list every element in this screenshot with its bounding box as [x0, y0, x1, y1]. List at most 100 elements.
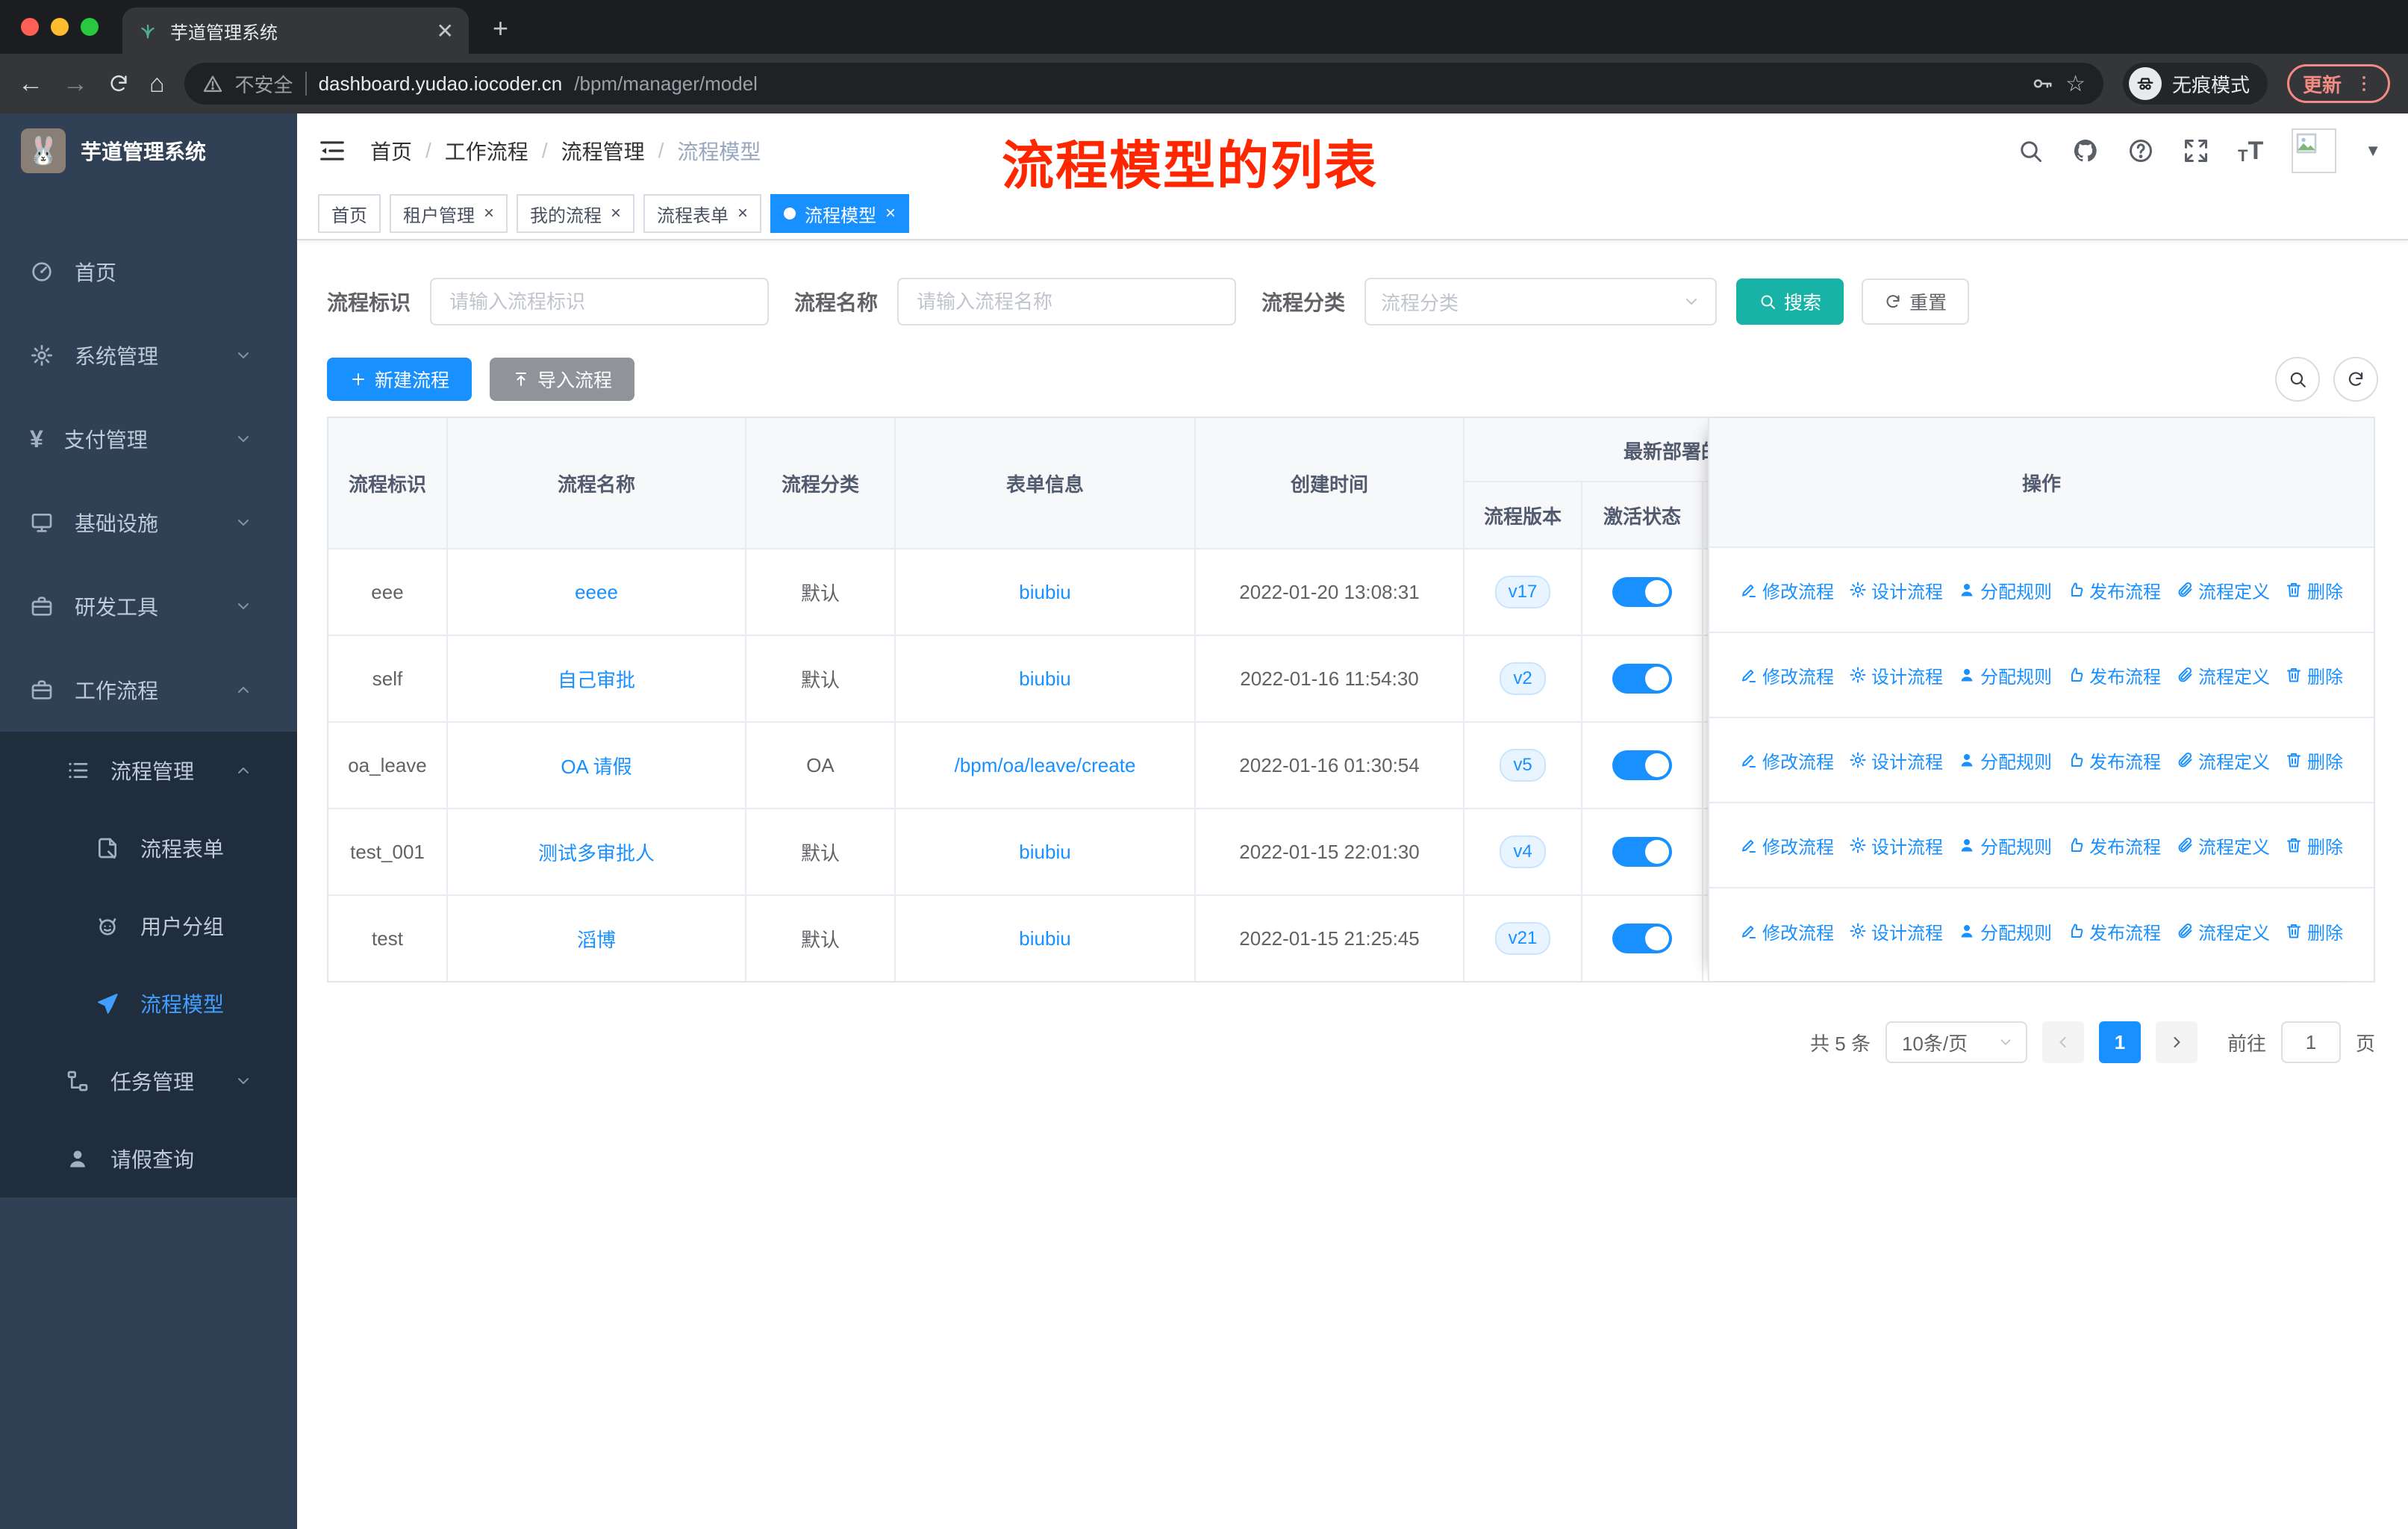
action-modify[interactable]: 修改流程 [1740, 662, 1834, 688]
process-name-link[interactable]: OA 请假 [561, 752, 631, 779]
browser-tab[interactable]: 芋道管理系统 ✕ [122, 7, 469, 54]
tag-close-icon[interactable]: × [611, 203, 621, 224]
sidebar-item-infra[interactable]: 基础设施 [0, 481, 297, 564]
form-link[interactable]: biubiu [1019, 841, 1070, 864]
sidebar-item-leave-query[interactable]: 请假查询 [0, 1120, 297, 1198]
action-delete[interactable]: 删除 [2285, 918, 2343, 944]
action-design[interactable]: 设计流程 [1849, 832, 1943, 859]
action-modify[interactable]: 修改流程 [1740, 577, 1834, 603]
active-toggle[interactable] [1612, 577, 1672, 607]
tag-close-icon[interactable]: × [885, 203, 896, 224]
forward-icon[interactable]: → [63, 69, 88, 99]
sidebar-item-process-mgmt[interactable]: 流程管理 [0, 732, 297, 809]
app-logo-row[interactable]: 🐰 芋道管理系统 [0, 113, 297, 188]
tag-process-form[interactable]: 流程表单 × [643, 194, 762, 233]
search-icon[interactable] [2017, 137, 2044, 164]
goto-page-input[interactable] [2280, 1021, 2341, 1063]
action-modify[interactable]: 修改流程 [1740, 832, 1834, 859]
sidebar-item-devtools[interactable]: 研发工具 [0, 564, 297, 648]
form-link[interactable]: biubiu [1019, 667, 1070, 691]
action-delete[interactable]: 删除 [2285, 577, 2343, 603]
breadcrumb-item[interactable]: 流程管理 [561, 136, 645, 166]
sidebar-item-task-mgmt[interactable]: 任务管理 [0, 1042, 297, 1120]
action-assign[interactable]: 分配规则 [1958, 832, 2052, 859]
sidebar-item-payment[interactable]: ¥ 支付管理 [0, 397, 297, 481]
form-link[interactable]: biubiu [1019, 581, 1070, 604]
filter-name-input[interactable] [897, 278, 1237, 326]
tag-close-icon[interactable]: × [484, 203, 494, 224]
github-icon[interactable] [2072, 137, 2099, 164]
key-icon[interactable] [2031, 72, 2053, 95]
form-link[interactable]: /bpm/oa/leave/create [955, 754, 1136, 777]
action-definition[interactable]: 流程定义 [2176, 918, 2270, 944]
avatar[interactable] [2292, 128, 2337, 173]
page-size-select[interactable]: 10条/页 [1885, 1021, 2027, 1063]
action-modify[interactable]: 修改流程 [1740, 747, 1834, 773]
tag-tenant[interactable]: 租户管理 × [390, 194, 508, 233]
action-definition[interactable]: 流程定义 [2176, 747, 2270, 773]
action-publish[interactable]: 发布流程 [2067, 662, 2161, 688]
create-process-button[interactable]: 新建流程 [327, 358, 472, 401]
next-page-button[interactable] [2155, 1021, 2198, 1063]
process-name-link[interactable]: eeee [575, 581, 618, 604]
action-definition[interactable]: 流程定义 [2176, 577, 2270, 603]
action-publish[interactable]: 发布流程 [2067, 832, 2161, 859]
active-toggle[interactable] [1612, 924, 1672, 953]
process-name-link[interactable]: 滔博 [577, 925, 616, 953]
sidebar-item-process-form[interactable]: 流程表单 [0, 809, 297, 887]
reload-icon[interactable] [107, 72, 130, 95]
action-assign[interactable]: 分配规则 [1958, 577, 2052, 603]
tag-home[interactable]: 首页 [318, 194, 381, 233]
sidebar-item-system[interactable]: 系统管理 [0, 314, 297, 397]
prev-page-button[interactable] [2042, 1021, 2084, 1063]
tab-close-icon[interactable]: ✕ [437, 19, 454, 43]
back-icon[interactable]: ← [18, 69, 43, 99]
action-assign[interactable]: 分配规则 [1958, 918, 2052, 944]
action-definition[interactable]: 流程定义 [2176, 832, 2270, 859]
help-icon[interactable] [2127, 137, 2154, 164]
action-delete[interactable]: 删除 [2285, 747, 2343, 773]
action-modify[interactable]: 修改流程 [1740, 918, 1834, 944]
update-button[interactable]: 更新 [2286, 64, 2390, 103]
filter-key-input[interactable] [430, 278, 770, 326]
process-name-link[interactable]: 自己审批 [558, 665, 635, 693]
sidebar-item-process-model[interactable]: 流程模型 [0, 965, 297, 1042]
action-design[interactable]: 设计流程 [1849, 918, 1943, 944]
sidebar-item-home[interactable]: 首页 [0, 230, 297, 314]
action-definition[interactable]: 流程定义 [2176, 662, 2270, 688]
action-design[interactable]: 设计流程 [1849, 577, 1943, 603]
active-toggle[interactable] [1612, 664, 1672, 694]
breadcrumb-item[interactable]: 工作流程 [445, 136, 528, 166]
bookmark-star-icon[interactable]: ☆ [2065, 71, 2086, 97]
action-delete[interactable]: 删除 [2285, 662, 2343, 688]
menu-kebab-icon[interactable] [2354, 73, 2374, 94]
reset-button[interactable]: 重置 [1862, 278, 1970, 325]
close-window-button[interactable] [21, 18, 39, 36]
fullscreen-icon[interactable] [2183, 137, 2209, 164]
sidebar-item-workflow[interactable]: 工作流程 [0, 648, 297, 732]
tag-close-icon[interactable]: × [737, 203, 748, 224]
active-toggle[interactable] [1612, 837, 1672, 867]
action-delete[interactable]: 删除 [2285, 832, 2343, 859]
filter-category-select[interactable]: 流程分类 [1364, 278, 1718, 326]
action-publish[interactable]: 发布流程 [2067, 918, 2161, 944]
refresh-table-button[interactable] [2333, 357, 2378, 402]
action-assign[interactable]: 分配规则 [1958, 662, 2052, 688]
minimize-window-button[interactable] [51, 18, 69, 36]
breadcrumb-item[interactable]: 首页 [370, 136, 412, 166]
action-design[interactable]: 设计流程 [1849, 747, 1943, 773]
toggle-search-button[interactable] [2275, 357, 2320, 402]
current-page[interactable]: 1 [2098, 1021, 2141, 1063]
sidebar-toggle-icon[interactable] [318, 137, 346, 165]
maximize-window-button[interactable] [81, 18, 99, 36]
tag-my-process[interactable]: 我的流程 × [517, 194, 635, 233]
action-design[interactable]: 设计流程 [1849, 662, 1943, 688]
action-assign[interactable]: 分配规则 [1958, 747, 2052, 773]
chevron-down-icon[interactable]: ▼ [2365, 141, 2381, 161]
active-toggle[interactable] [1612, 750, 1672, 780]
tag-process-model[interactable]: 流程模型 × [770, 194, 910, 233]
home-icon[interactable]: ⌂ [149, 69, 165, 99]
font-size-icon[interactable]: TT [2238, 137, 2263, 166]
action-publish[interactable]: 发布流程 [2067, 577, 2161, 603]
form-link[interactable]: biubiu [1019, 927, 1070, 950]
